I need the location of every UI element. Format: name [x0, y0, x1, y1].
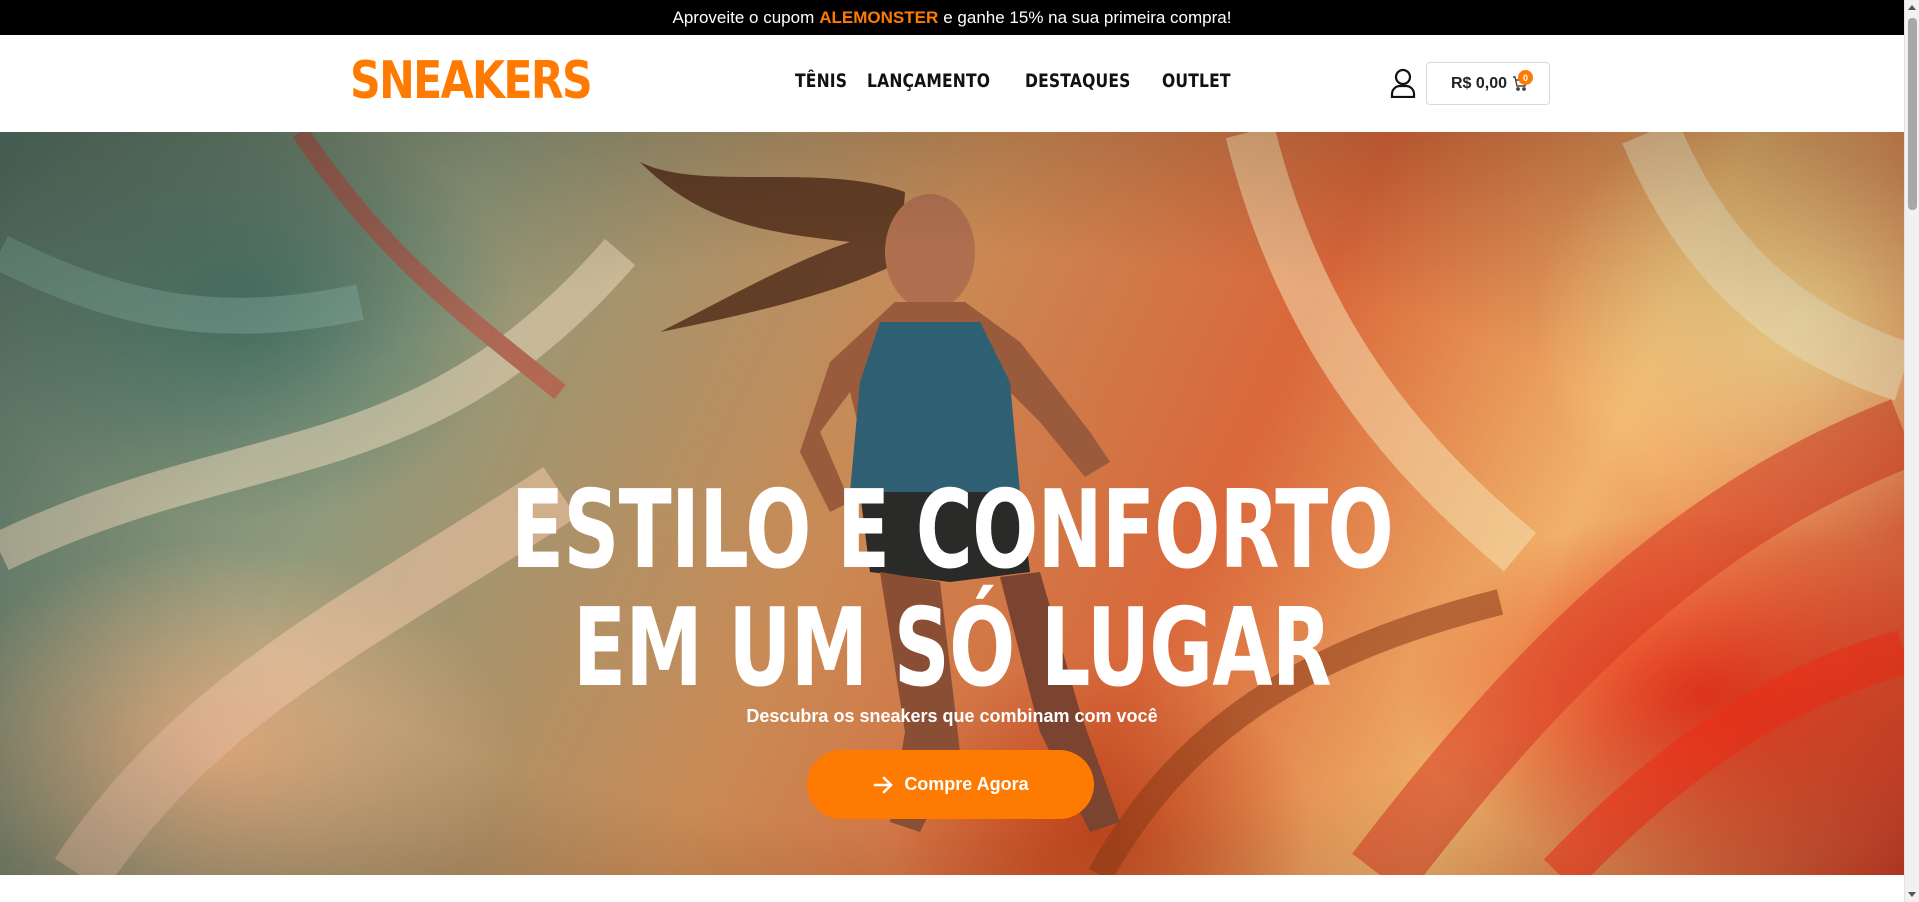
nav-item-tenis[interactable]: TÊNIS: [795, 70, 847, 92]
arrow-right-icon: [874, 776, 893, 793]
hero-subtitle: Descubra os sneakers que combinam com vo…: [746, 706, 1158, 726]
nav-item-lancamento[interactable]: LANÇAMENTO: [867, 70, 990, 92]
user-icon[interactable]: [1390, 68, 1416, 98]
hero-title-line-1: ESTILO E CONFORTO: [511, 468, 1394, 593]
announcement-prefix: Aproveite o cupom: [672, 7, 815, 27]
site-logo[interactable]: SNEAKERS: [350, 55, 593, 107]
hero-banner: ESTILO E CONFORTO EM UM SÓ LUGAR Descubr…: [0, 132, 1904, 875]
nav-item-destaques[interactable]: DESTAQUES: [1025, 70, 1131, 92]
page: Aproveite o cupom ALEMONSTER e ganhe 15%…: [0, 0, 1904, 902]
page-scrollbar[interactable]: [1904, 0, 1919, 902]
nav-item-outlet[interactable]: OUTLET: [1162, 70, 1231, 92]
hero-title: ESTILO E CONFORTO EM UM SÓ LUGAR: [0, 472, 1904, 708]
scroll-up-icon[interactable]: [1908, 5, 1916, 10]
announcement-bar: Aproveite o cupom ALEMONSTER e ganhe 15%…: [0, 0, 1904, 35]
cart-count-badge: 0: [1518, 70, 1533, 85]
scroll-thumb[interactable]: [1908, 18, 1917, 210]
coupon-code: ALEMONSTER: [819, 7, 939, 27]
cart-amount: R$ 0,00: [1451, 74, 1508, 92]
shop-now-label: Compre Agora: [904, 774, 1029, 794]
cart-button[interactable]: R$ 0,00 0: [1426, 62, 1550, 105]
main-nav: TÊNIS LANÇAMENTO DESTAQUES OUTLET: [795, 70, 1233, 92]
shop-now-button[interactable]: Compre Agora: [807, 750, 1094, 819]
hero-title-line-2: EM UM SÓ LUGAR: [572, 586, 1332, 711]
site-header: SNEAKERS TÊNIS LANÇAMENTO DESTAQUES OUTL…: [0, 35, 1904, 132]
announcement-suffix: e ganhe 15% na sua primeira compra!: [943, 7, 1232, 27]
scroll-down-icon[interactable]: [1908, 892, 1916, 897]
